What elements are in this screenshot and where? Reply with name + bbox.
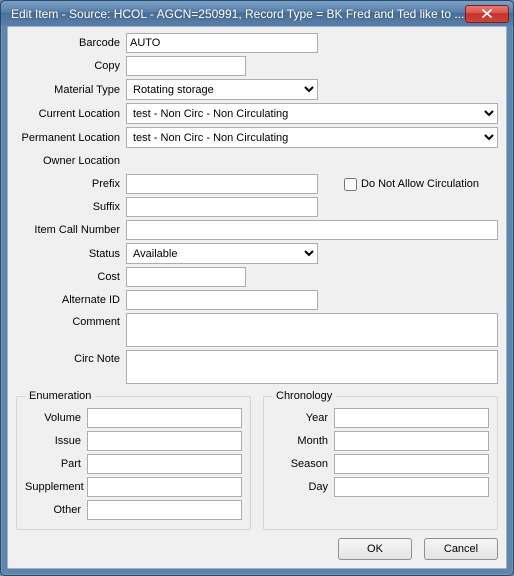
day-input[interactable] <box>334 477 489 497</box>
supplement-label: Supplement <box>25 481 87 493</box>
comment-label: Comment <box>16 313 126 328</box>
circ-note-textarea[interactable] <box>126 350 498 384</box>
month-input[interactable] <box>334 431 489 451</box>
current-location-label: Current Location <box>16 108 126 120</box>
other-input[interactable] <box>87 500 242 520</box>
part-input[interactable] <box>87 454 242 474</box>
ok-button[interactable]: OK <box>338 538 412 560</box>
season-input[interactable] <box>334 454 489 474</box>
close-icon <box>482 9 492 18</box>
status-label: Status <box>16 248 126 260</box>
status-select[interactable]: Available <box>126 243 318 264</box>
suffix-input[interactable] <box>126 197 318 217</box>
edit-item-window: Edit Item - Source: HCOL - AGCN=250991, … <box>0 0 514 576</box>
current-location-select[interactable]: test - Non Circ - Non Circulating <box>126 103 498 124</box>
prefix-input[interactable] <box>126 174 318 194</box>
comment-textarea[interactable] <box>126 313 498 347</box>
chronology-legend: Chronology <box>272 390 336 402</box>
volume-label: Volume <box>25 412 87 424</box>
year-input[interactable] <box>334 408 489 428</box>
item-call-number-label: Item Call Number <box>16 224 126 236</box>
material-type-label: Material Type <box>16 84 126 96</box>
do-not-allow-label: Do Not Allow Circulation <box>361 178 479 190</box>
permanent-location-select[interactable]: test - Non Circ - Non Circulating <box>126 127 498 148</box>
copy-input[interactable] <box>126 56 246 76</box>
barcode-label: Barcode <box>16 37 126 49</box>
issue-label: Issue <box>25 435 87 447</box>
part-label: Part <box>25 458 87 470</box>
cancel-button[interactable]: Cancel <box>424 538 498 560</box>
do-not-allow-checkbox[interactable] <box>344 178 357 191</box>
cost-input[interactable] <box>126 267 246 287</box>
close-button[interactable] <box>465 5 509 23</box>
month-label: Month <box>272 435 334 447</box>
prefix-label: Prefix <box>16 178 126 190</box>
titlebar: Edit Item - Source: HCOL - AGCN=250991, … <box>1 1 513 26</box>
barcode-input[interactable] <box>126 33 318 53</box>
cost-label: Cost <box>16 271 126 283</box>
volume-input[interactable] <box>87 408 242 428</box>
copy-label: Copy <box>16 60 126 72</box>
alternate-id-label: Alternate ID <box>16 294 126 306</box>
season-label: Season <box>272 458 334 470</box>
issue-input[interactable] <box>87 431 242 451</box>
alternate-id-input[interactable] <box>126 290 318 310</box>
enumeration-group: Enumeration Volume Issue Part Supplement… <box>16 390 251 530</box>
supplement-input[interactable] <box>87 477 242 497</box>
chronology-group: Chronology Year Month Season Day <box>263 390 498 530</box>
other-label: Other <box>25 504 87 516</box>
owner-location-value <box>126 151 498 171</box>
client-area: Barcode Copy Material Type Rotating stor… <box>7 26 507 569</box>
owner-location-label: Owner Location <box>16 155 126 167</box>
year-label: Year <box>272 412 334 424</box>
material-type-select[interactable]: Rotating storage <box>126 79 318 100</box>
circ-note-label: Circ Note <box>16 350 126 365</box>
enumeration-legend: Enumeration <box>25 390 95 402</box>
window-title: Edit Item - Source: HCOL - AGCN=250991, … <box>11 7 465 21</box>
suffix-label: Suffix <box>16 201 126 213</box>
day-label: Day <box>272 481 334 493</box>
item-call-number-input[interactable] <box>126 220 498 240</box>
permanent-location-label: Permanent Location <box>16 132 126 144</box>
